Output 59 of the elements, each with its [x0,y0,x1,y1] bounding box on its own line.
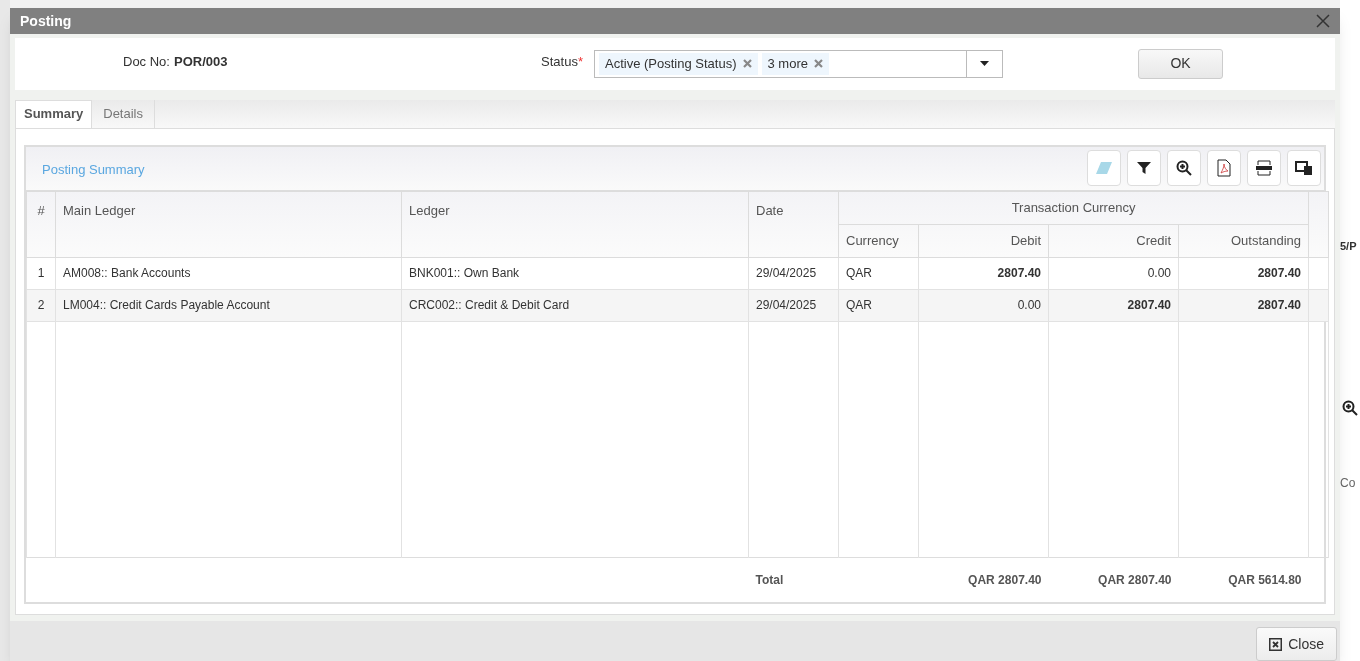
status-tag[interactable]: 3 more [761,52,829,75]
column-group-header: Transaction Currency [1011,199,1136,215]
tab[interactable]: Summary [15,99,93,128]
background-text: Co [1340,474,1356,492]
toolbar-button[interactable] [1127,149,1161,186]
table-cell: BNK001:: Own Bank [409,266,520,280]
column-header: Credit [1136,232,1171,248]
table-cell: 0.00 [1017,298,1041,312]
spreadsheet-file-icon [1255,159,1273,176]
background-text: 5/P [1340,239,1357,254]
table-cell: 2807.40 [1127,298,1171,312]
table-cell: QAR [846,298,872,312]
table-cell: CRC002:: Credit & Debit Card [409,298,570,312]
zoom-in-icon [1342,399,1358,416]
zoom-in-icon [1176,159,1192,176]
column-header: Debit [1010,232,1041,248]
total-value: QAR 2807.40 [968,572,1042,587]
doc-no-label: Doc No: [123,53,170,72]
remove-icon[interactable] [813,59,823,69]
toolbar-button[interactable] [1247,149,1281,186]
pdf-file-icon [1217,158,1231,177]
dropdown-caret-icon [980,61,989,67]
tab[interactable]: Details [92,99,155,128]
close-box-icon [1269,637,1283,651]
column-header: Currency [846,232,899,248]
ok-button[interactable]: OK [1138,48,1223,79]
dialog-title: Posting [20,11,72,31]
table-cell: 29/04/2025 [756,298,817,312]
column-header: Ledger [409,202,450,218]
total-value: QAR 5614.80 [1228,572,1302,587]
doc-no-value: POR/003 [173,53,228,72]
table-cell: 0.00 [1147,266,1171,280]
table-cell: 2807.40 [997,266,1041,280]
status-select[interactable]: Active (Posting Status) 3 more [594,49,1003,78]
status-tag[interactable]: Active (Posting Status) [599,52,758,75]
grid-title: Posting Summary [41,161,145,179]
table-cell: AM008:: Bank Accounts [63,266,191,280]
toolbar-button[interactable] [1167,149,1201,186]
columns-panel-icon [1295,159,1313,176]
total-value: QAR 2807.40 [1098,572,1172,587]
column-header: Date [756,202,784,218]
column-header: # [37,202,45,218]
column-header: Outstanding [1230,232,1302,248]
table-cell: 29/04/2025 [756,266,817,280]
table-cell: QAR [846,266,872,280]
close-icon[interactable] [1316,14,1330,29]
table-cell: 2807.40 [1257,266,1302,280]
table-cell: 2 [37,298,45,312]
eraser-icon [1095,160,1113,175]
table-cell: 1 [37,266,45,280]
filter-icon [1137,160,1151,175]
table-cell: LM004:: Credit Cards Payable Account [63,298,270,312]
status-label: Status* [540,53,583,72]
table-cell: 2807.40 [1257,298,1302,312]
close-button[interactable]: Close [1256,627,1337,661]
remove-icon[interactable] [742,59,752,69]
column-header: Main Ledger [63,202,136,218]
toolbar-button[interactable] [1287,149,1321,186]
total-label: Total [755,572,784,587]
